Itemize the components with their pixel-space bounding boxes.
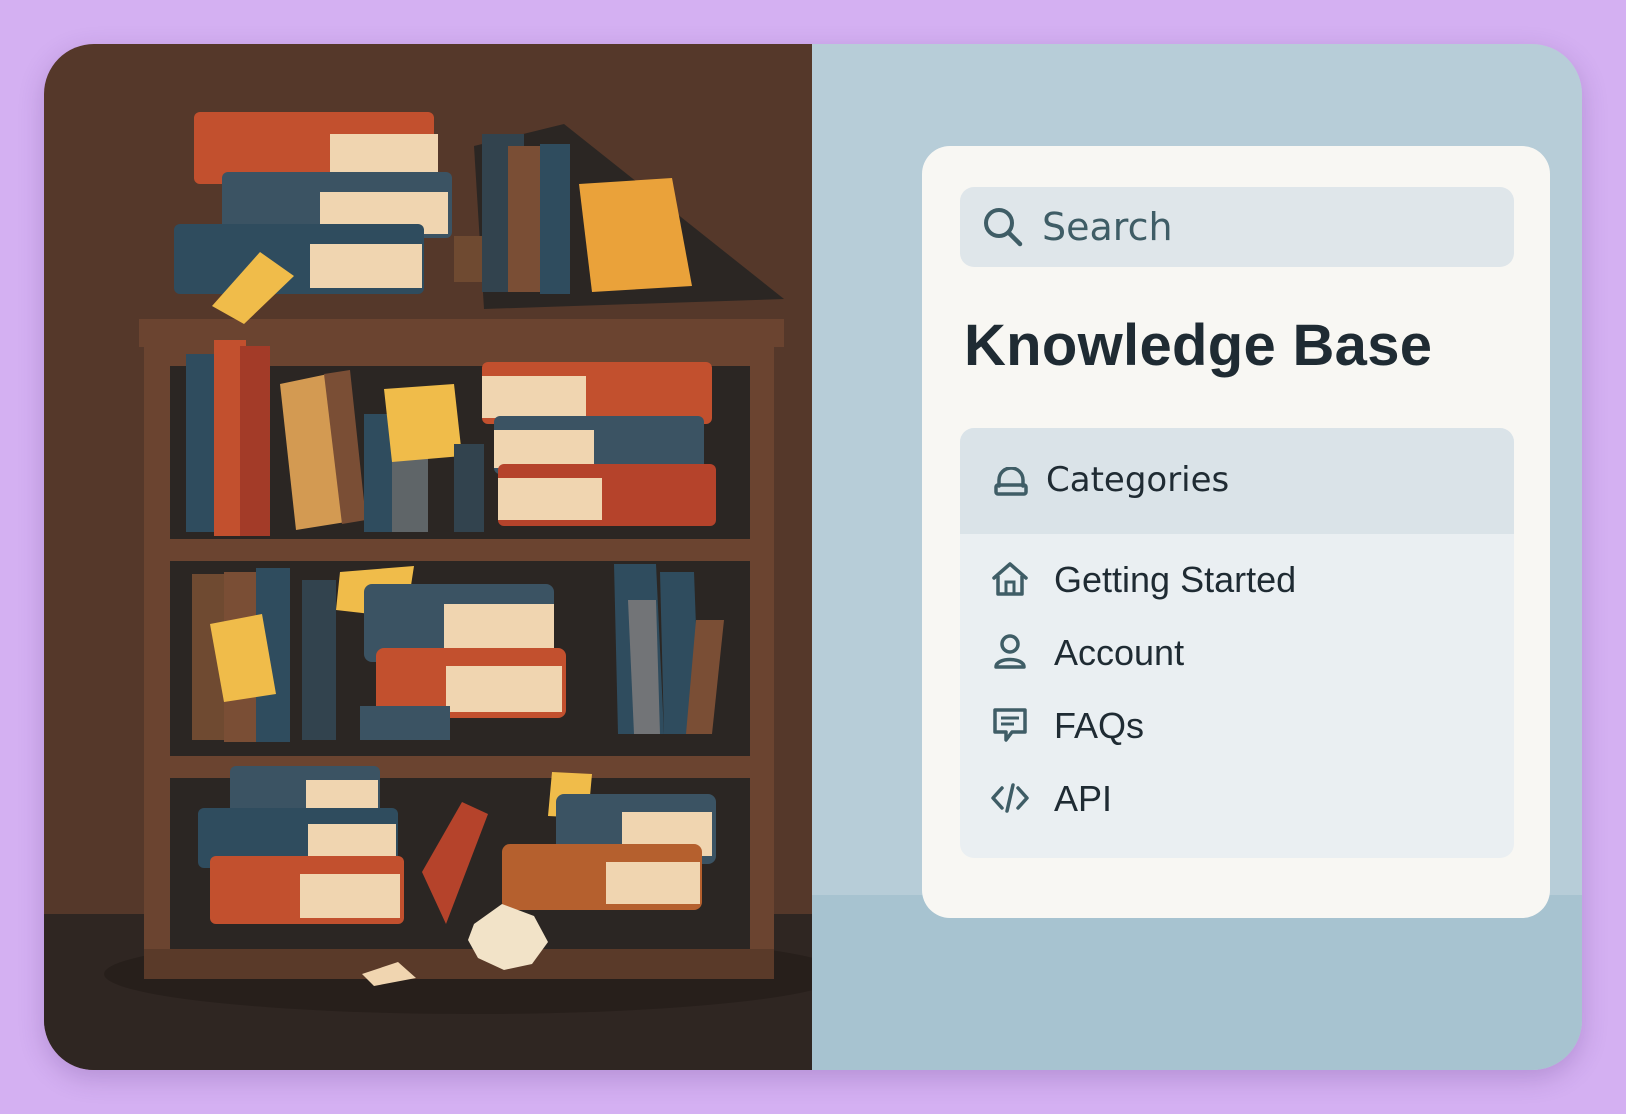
category-item-account[interactable]: Account: [960, 621, 1514, 683]
categories-header-label: Categories: [1046, 460, 1230, 500]
search-bar[interactable]: [960, 187, 1514, 267]
category-item-label: Account: [1054, 632, 1185, 673]
home-icon: [992, 562, 1028, 596]
categories-icon: [994, 467, 1028, 496]
search-input[interactable]: [1042, 187, 1492, 267]
app-frame: Knowledge Base Categories Getting S: [44, 44, 1582, 1070]
categories-header[interactable]: Categories: [960, 428, 1514, 534]
user-icon: [994, 634, 1026, 669]
category-item-label: API: [1054, 778, 1113, 819]
page-title: Knowledge Base: [964, 313, 1433, 378]
category-item-api[interactable]: API: [960, 767, 1514, 829]
search-icon: [984, 208, 1023, 247]
bookshelf-illustration: [44, 44, 812, 1070]
category-item-getting-started[interactable]: Getting Started: [960, 548, 1514, 610]
knowledge-base-card: Knowledge Base Categories Getting S: [922, 146, 1550, 918]
category-item-label: FAQs: [1054, 705, 1145, 746]
chat-bubble-icon: [993, 708, 1027, 742]
right-panel: Knowledge Base Categories Getting S: [812, 44, 1582, 1070]
floor: [812, 895, 1582, 1070]
categories-panel: Categories Getting Started Account FAQs …: [960, 428, 1514, 858]
category-item-faqs[interactable]: FAQs: [960, 694, 1514, 756]
category-item-label: Getting Started: [1054, 559, 1297, 600]
code-icon: [991, 783, 1029, 813]
